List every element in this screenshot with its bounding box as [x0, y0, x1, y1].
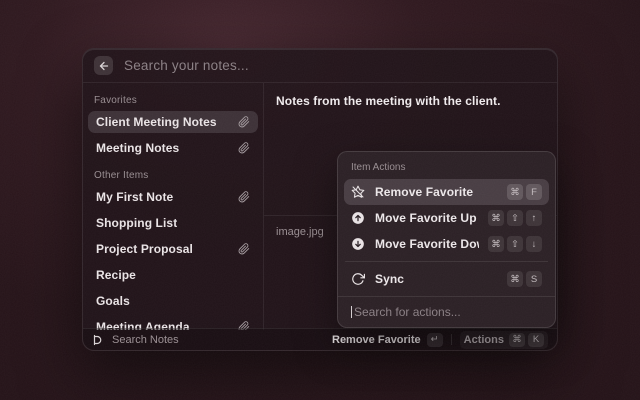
shortcut-key-badge: ⇧ [507, 236, 523, 252]
note-title: Project Proposal [96, 242, 193, 256]
attachment-name: image.jpg [276, 226, 324, 238]
action-label: Remove Favorite [375, 185, 498, 199]
shortcut-key-badge: ⌘ [488, 210, 504, 226]
note-content: Notes from the meeting with the client. [276, 94, 545, 108]
actions-shortcut-keys: ⌘K [509, 333, 544, 347]
note-list-item[interactable]: Meeting Notes [88, 137, 258, 159]
note-title: Recipe [96, 268, 136, 282]
action-shortcut-keys: ⌘S [507, 271, 542, 287]
note-title: My First Note [96, 190, 173, 204]
action-menu-item[interactable]: Move Favorite Down ⌘⇧↓ [344, 231, 549, 257]
paperclip-icon [238, 191, 250, 203]
action-menu-item[interactable]: Remove Favorite ⌘F [344, 179, 549, 205]
action-menu-item[interactable]: Sync ⌘S [344, 266, 549, 292]
shortcut-key-badge: F [526, 184, 542, 200]
action-shortcut-keys: ⌘F [507, 184, 542, 200]
actions-search-placeholder: Search for actions... [354, 305, 461, 319]
paperclip-icon [238, 116, 250, 128]
search-bar: Search your notes... [83, 49, 557, 83]
paperclip-icon [238, 142, 250, 154]
note-list-item[interactable]: Recipe [88, 264, 258, 286]
actions-label: Actions [464, 334, 504, 346]
sync-icon [351, 272, 366, 286]
app-label: Search Notes [112, 334, 179, 346]
paperclip-icon [238, 243, 250, 255]
section-header: Favorites [94, 95, 252, 106]
desktop-background: Search your notes... Favorites Client Mee… [0, 0, 640, 400]
popup-group-divider [345, 261, 548, 262]
notes-list: Favorites Client Meeting Notes Meeting Not… [83, 83, 264, 330]
action-shortcut-keys: ⌘⇧↑ [488, 210, 542, 226]
note-list-item[interactable]: Project Proposal [88, 238, 258, 260]
shortcut-key-badge: ⌘ [507, 271, 523, 287]
action-label: Move Favorite Down [375, 237, 479, 251]
note-list-item[interactable]: Shopping List [88, 212, 258, 234]
back-button[interactable] [94, 56, 113, 75]
text-caret [351, 306, 352, 318]
action-label: Move Favorite Up [375, 211, 479, 225]
shortcut-key-badge: S [526, 271, 542, 287]
shortcut-key-badge: ↓ [526, 236, 542, 252]
action-menu-item[interactable]: Move Favorite Up ⌘⇧↑ [344, 205, 549, 231]
shortcut-key-badge: ⇧ [507, 210, 523, 226]
popup-title: Item Actions [351, 162, 542, 173]
notes-search-input[interactable]: Search your notes... [124, 58, 249, 73]
item-actions-popup: Item Actions Remove Favorite⌘FMove Favor… [337, 151, 556, 328]
arrow-down-circle-icon [351, 237, 366, 251]
note-title: Shopping List [96, 216, 177, 230]
shortcut-key-badge: ⌘ [507, 184, 523, 200]
status-divider [451, 334, 452, 345]
status-bar: Search Notes Remove Favorite ↵ Actions ⌘… [83, 328, 557, 350]
note-list-item[interactable]: Client Meeting Notes [88, 111, 258, 133]
note-list-item[interactable]: My First Note [88, 186, 258, 208]
app-logo-icon [92, 334, 104, 346]
status-bar-right: Remove Favorite ↵ Actions ⌘K [332, 331, 548, 349]
note-list-item[interactable]: Goals [88, 290, 258, 312]
note-title: Goals [96, 294, 130, 308]
action-label: Sync [375, 272, 498, 286]
shortcut-key-badge: ↑ [526, 210, 542, 226]
section-header: Other Items [94, 170, 252, 181]
action-shortcut-keys: ⌘⇧↓ [488, 236, 542, 252]
shortcut-key-badge: ⌘ [509, 333, 525, 347]
arrow-left-icon [98, 60, 110, 72]
note-title: Meeting Notes [96, 141, 179, 155]
shortcut-key-badge: K [528, 333, 544, 347]
shortcut-key-badge: ⌘ [488, 236, 504, 252]
popup-action-list: Remove Favorite⌘FMove Favorite Up⌘⇧↑Move… [344, 179, 549, 292]
primary-action-label[interactable]: Remove Favorite [332, 334, 421, 346]
return-key-badge: ↵ [427, 333, 443, 347]
actions-menu-button[interactable]: Actions ⌘K [460, 331, 548, 349]
actions-search-input[interactable]: Search for actions... [338, 296, 555, 327]
star-off-icon [351, 185, 366, 199]
arrow-up-circle-icon [351, 211, 366, 225]
note-title: Client Meeting Notes [96, 115, 217, 129]
